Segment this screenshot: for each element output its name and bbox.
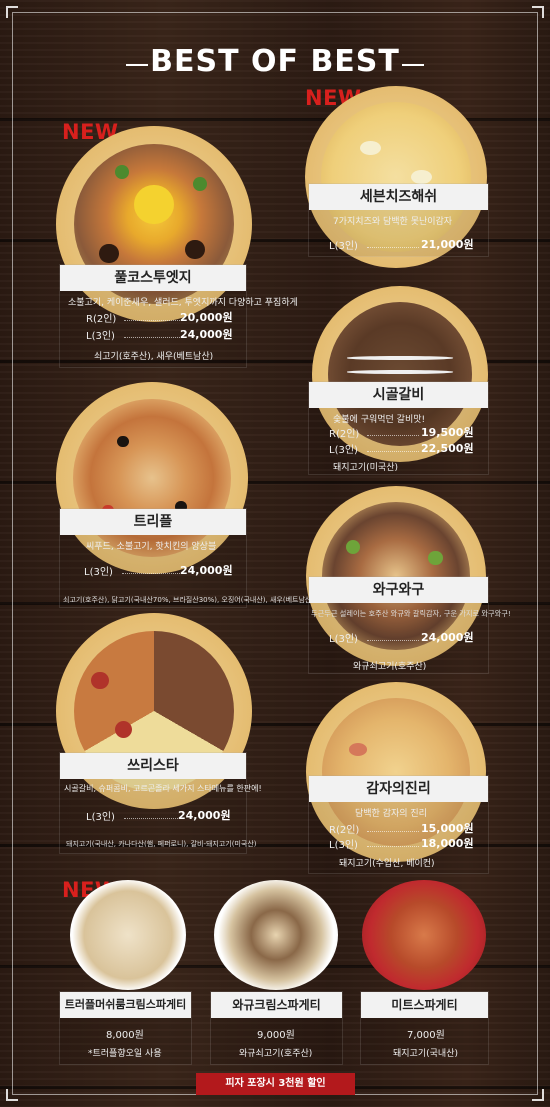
- menu-item-desc: 소불고기, 케이준새우, 샐러드, 투엣지까지 다양하고 푸짐하게: [68, 298, 298, 308]
- corner-ornament: [532, 6, 544, 18]
- size-label: L(3인): [329, 634, 358, 645]
- origin-text: 돼지고기(국내산, 카나다산(햄, 페퍼로니), 갈비-돼지고기(미국산): [66, 840, 257, 848]
- pasta-item-meat: 미트스파게티 7,000원 돼지고기(국내산): [360, 991, 489, 1065]
- menu-item-name: 감자의진리: [309, 776, 488, 802]
- price-value: 8,000원: [106, 1030, 144, 1041]
- pasta-image-truffle: [70, 880, 186, 990]
- menu-item-galbi: 시골갈비 숯불에 구워먹던 갈비맛! R(2인) 19,500원 L(3인) 2…: [308, 381, 489, 475]
- dot-leader: [367, 640, 419, 641]
- price-value: 24,000원: [421, 631, 474, 644]
- dot-leader: [367, 846, 419, 847]
- corner-ornament: [6, 1089, 18, 1101]
- dot-leader: [367, 247, 419, 248]
- menu-item-name: 미트스파게티: [361, 992, 488, 1018]
- size-label: R(2인): [329, 825, 360, 836]
- size-label: R(2인): [86, 314, 117, 325]
- dot-leader: [367, 435, 419, 436]
- note-text: 돼지고기(국내산): [393, 1049, 458, 1059]
- menu-item-sevencheese: 세븐치즈해쉬 7가지치즈와 담백한 못난이감자 L(3인) 21,000원: [308, 183, 489, 257]
- menu-item-name: 시골갈비: [309, 382, 488, 408]
- menu-item-desc: 숯불에 구워먹던 갈비맛!: [333, 415, 426, 425]
- menu-item-desc: 7가지치즈와 담백한 못난이감자: [333, 217, 453, 227]
- origin-text: 쇠고기(호주산), 닭고기(국내산70%, 브라질산30%), 오징어(국내산)…: [63, 596, 315, 604]
- pasta-image-meat: [362, 880, 486, 990]
- menu-item-desc: 씨푸드, 소불고기, 핫치킨의 앙상블: [86, 542, 217, 552]
- dot-leader: [367, 831, 419, 832]
- dot-leader: [124, 320, 184, 321]
- menu-item-potato: 감자의진리 담백한 감자의 진리 R(2인) 15,000원 L(3인) 18,…: [308, 775, 489, 874]
- origin-text: 돼지고기(수입산, 베이컨): [339, 859, 435, 869]
- price-value: 24,000원: [178, 809, 231, 822]
- origin-text: 와규쇠고기(호주산): [353, 662, 427, 672]
- price-value: 15,000원: [421, 822, 474, 835]
- menu-item-name: 트러플머쉬룸크림스파게티: [60, 992, 191, 1018]
- dot-leader: [124, 818, 178, 819]
- takeout-discount-banner: 피자 포장시 3천원 할인: [196, 1073, 355, 1095]
- origin-text: 쇠고기(호주산), 새우(베트남산): [94, 352, 214, 362]
- corner-ornament: [6, 6, 18, 18]
- size-label: R(2인): [329, 429, 360, 440]
- dot-leader: [124, 337, 184, 338]
- menu-item-name: 풀코스투엣지: [60, 265, 246, 291]
- menu-item-name: 와규크림스파게티: [211, 992, 342, 1018]
- price-value: 20,000원: [180, 311, 233, 324]
- note-text: *트러플향오일 사용: [88, 1049, 162, 1059]
- size-label: L(3인): [86, 812, 115, 823]
- size-label: L(3인): [329, 241, 358, 252]
- origin-text: 돼지고기(미국산): [333, 463, 398, 473]
- pasta-image-wagyu: [214, 880, 338, 990]
- dot-leader: [122, 573, 182, 574]
- price-value: 21,000원: [421, 238, 474, 251]
- price-value: 24,000원: [180, 564, 233, 577]
- menu-item-fullcourse: 풀코스투엣지 소불고기, 케이준새우, 샐러드, 투엣지까지 다양하고 푸짐하게…: [59, 264, 298, 368]
- menu-page: BEST OF BEST NEW 풀코스투엣지 소불고기, 케이준새우, 샐러드…: [0, 0, 550, 1107]
- size-label: L(3인): [329, 445, 358, 456]
- menu-item-desc: 시골갈비, 슈퍼콤비, 고르곤졸라 세가지 스타메뉴를 한판에!: [64, 784, 262, 793]
- pasta-item-wagyu: 와규크림스파게티 9,000원 와규쇠고기(호주산): [210, 991, 343, 1065]
- pasta-item-truffle: 트러플머쉬룸크림스파게티 8,000원 *트러플향오일 사용: [59, 991, 192, 1065]
- menu-item-name: 와구와구: [309, 577, 488, 603]
- menu-item-name: 쓰리스타: [60, 753, 246, 779]
- corner-ornament: [532, 1089, 544, 1101]
- page-title: BEST OF BEST: [150, 44, 400, 79]
- title-dash-right: [402, 64, 424, 66]
- size-label: L(3인): [329, 840, 358, 851]
- menu-item-triple: 트리플 씨푸드, 소불고기, 핫치킨의 앙상블 L(3인) 24,000원 쇠고…: [59, 508, 314, 608]
- menu-item-desc: 담백한 감자의 진리: [355, 809, 427, 819]
- price-value: 24,000원: [180, 328, 233, 341]
- price-value: 7,000원: [407, 1030, 445, 1041]
- menu-item-name: 트리플: [60, 509, 246, 535]
- size-label: L(3인): [86, 331, 115, 342]
- dot-leader: [367, 451, 419, 452]
- menu-item-desc: 두근두근 설레이는 호주산 와규와 갈릭감자, 구운 가지로 와구와구!: [311, 609, 511, 618]
- menu-item-name: 세븐치즈해쉬: [309, 184, 488, 210]
- menu-item-wagyu: 와구와구 두근두근 설레이는 호주산 와규와 갈릭감자, 구운 가지로 와구와구…: [308, 576, 511, 674]
- price-value: 9,000원: [257, 1030, 295, 1041]
- menu-item-threestar: 쓰리스타 시골갈비, 슈퍼콤비, 고르곤졸라 세가지 스타메뉴를 한판에! L(…: [59, 752, 262, 854]
- price-value: 18,000원: [421, 837, 474, 850]
- note-text: 와규쇠고기(호주산): [239, 1049, 313, 1059]
- price-value: 19,500원: [421, 426, 474, 439]
- size-label: L(3인): [84, 567, 113, 578]
- price-value: 22,500원: [421, 442, 474, 455]
